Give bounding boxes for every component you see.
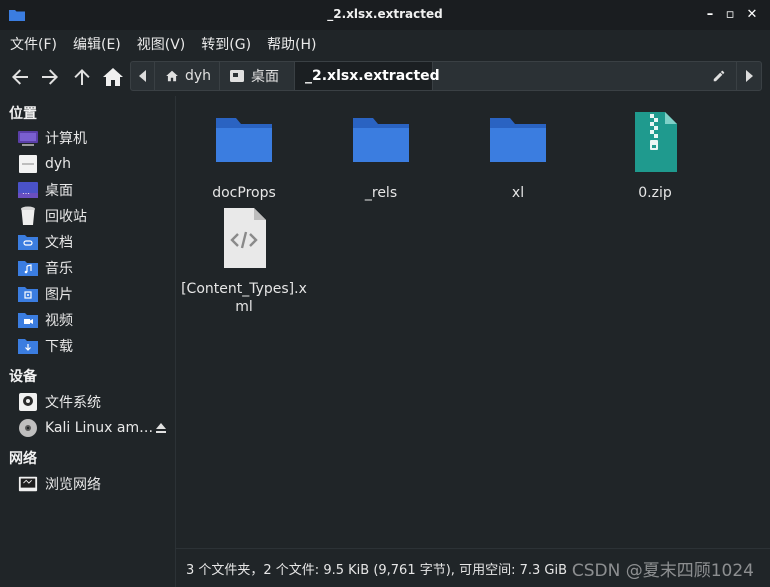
places-header: 位置 — [9, 106, 37, 122]
sidebar-item-label: Kali Linux am… — [45, 420, 154, 436]
chevron-right-icon — [746, 70, 753, 82]
menu-bar: 文件(F) 编辑(E) 视图(V) 转到(G) 帮助(H) — [0, 30, 770, 58]
close-button[interactable]: ✕ — [743, 6, 761, 24]
network-header: 网络 — [9, 451, 37, 467]
documents-icon — [18, 233, 38, 251]
music-icon — [18, 259, 38, 277]
path-scroll-right-button[interactable] — [736, 62, 761, 90]
sidebar-item-label: 浏览网络 — [45, 477, 101, 493]
edit-path-icon[interactable] — [712, 69, 726, 83]
chevron-left-icon — [138, 70, 146, 82]
eject-icon[interactable] — [155, 422, 167, 434]
sidebar-item-label: dyh — [45, 156, 72, 172]
file-item-folder[interactable]: xl — [453, 110, 583, 202]
sidebar-item-videos[interactable]: 视频 — [18, 308, 173, 332]
sidebar-item-kali-disc[interactable]: Kali Linux am… — [18, 416, 173, 440]
path-scroll-left-button[interactable] — [131, 62, 155, 90]
home-icon — [166, 70, 178, 82]
downloads-icon — [18, 337, 38, 355]
sidebar-item-label: 回收站 — [45, 209, 87, 225]
devices-header: 设备 — [9, 369, 37, 385]
folder-icon — [490, 118, 546, 162]
sidebar-item-label: 桌面 — [45, 183, 73, 199]
sidebar-item-music[interactable]: 音乐 — [18, 256, 173, 280]
breadcrumb-current[interactable]: _2.xlsx.extracted — [295, 62, 440, 90]
code-file-icon — [224, 208, 266, 268]
breadcrumb-home-label: dyh — [185, 68, 212, 84]
breadcrumb-current-label: _2.xlsx.extracted — [305, 68, 440, 84]
sidebar-item-trash[interactable]: 回收站 — [18, 204, 173, 228]
forward-arrow-icon[interactable] — [38, 65, 62, 89]
file-view: docProps _rels xl 0.zip [Content_Types].… — [175, 96, 770, 548]
file-item-xml[interactable]: [Content_Types].xml — [179, 206, 309, 316]
trash-icon — [18, 206, 38, 225]
file-name: _rels — [364, 185, 398, 201]
network-icon — [18, 475, 38, 493]
drive-icon — [18, 393, 38, 411]
menu-go[interactable]: 转到(G) — [201, 34, 251, 54]
sidebar-item-label: 计算机 — [45, 131, 87, 147]
videos-icon — [18, 311, 38, 329]
menu-help[interactable]: 帮助(H) — [267, 34, 316, 54]
sidebar-item-label: 下载 — [45, 339, 73, 355]
file-name: [Content_Types].xml — [181, 281, 307, 315]
sidebar-item-filesystem[interactable]: 文件系统 — [18, 390, 173, 414]
sidebar-item-home[interactable]: dyh — [18, 152, 173, 176]
watermark: CSDN @夏末四顾1024 — [571, 561, 754, 581]
sidebar-item-label: 文件系统 — [45, 395, 101, 411]
file-name: docProps — [212, 185, 276, 201]
title-bar: _2.xlsx.extracted – ▫ ✕ — [0, 0, 770, 30]
status-bar: 3 个文件夹，2 个文件: 9.5 KiB (9,761 字节), 可用空间: … — [175, 548, 770, 587]
breadcrumb-desktop[interactable]: 桌面 — [220, 62, 295, 90]
breadcrumb-desktop-label: 桌面 — [251, 69, 279, 85]
disc-icon — [18, 419, 38, 437]
breadcrumb-home[interactable]: dyh — [155, 62, 220, 90]
menu-edit[interactable]: 编辑(E) — [73, 34, 121, 54]
sidebar-item-pictures[interactable]: 图片 — [18, 282, 173, 306]
minimize-button[interactable]: – — [701, 6, 719, 24]
file-name: 0.zip — [638, 185, 672, 201]
folder-icon — [216, 118, 272, 162]
maximize-button[interactable]: ▫ — [721, 6, 739, 24]
svg-text:…: … — [22, 187, 30, 196]
sidebar-item-downloads[interactable]: 下载 — [18, 334, 173, 358]
zip-archive-icon — [635, 112, 677, 172]
window-title: _2.xlsx.extracted — [327, 7, 443, 21]
file-item-folder[interactable]: docProps — [179, 110, 309, 202]
file-item-zip[interactable]: 0.zip — [590, 110, 720, 202]
sidebar-item-label: 音乐 — [45, 261, 73, 277]
pictures-icon — [18, 285, 38, 303]
sidebar-item-computer[interactable]: 计算机 — [18, 126, 173, 150]
file-name: xl — [511, 185, 525, 201]
computer-icon — [18, 129, 38, 147]
sidebar-item-label: 视频 — [45, 313, 73, 329]
sidebar: 位置 计算机 dyh … 桌面 回收站 文档 音乐 图片 视频 下载 设备 文件… — [0, 96, 175, 587]
status-text: 3 个文件夹，2 个文件: 9.5 KiB (9,761 字节), 可用空间: … — [186, 563, 567, 578]
folder-icon — [353, 118, 409, 162]
desktop-icon: … — [18, 181, 38, 199]
sidebar-item-label: 图片 — [45, 287, 73, 303]
path-bar: dyh 桌面 _2.xlsx.extracted — [130, 61, 762, 91]
home-icon[interactable] — [101, 65, 125, 89]
sidebar-item-documents[interactable]: 文档 — [18, 230, 173, 254]
menu-view[interactable]: 视图(V) — [137, 34, 186, 54]
desktop-icon — [230, 70, 244, 82]
file-item-folder[interactable]: _rels — [316, 110, 446, 202]
up-arrow-icon[interactable] — [70, 65, 94, 89]
menu-file[interactable]: 文件(F) — [10, 34, 57, 54]
back-arrow-icon[interactable] — [8, 65, 32, 89]
home-folder-icon — [18, 155, 38, 173]
sidebar-item-label: 文档 — [45, 235, 73, 251]
sidebar-item-desktop[interactable]: … 桌面 — [18, 178, 173, 202]
sidebar-item-browse-network[interactable]: 浏览网络 — [18, 472, 173, 496]
